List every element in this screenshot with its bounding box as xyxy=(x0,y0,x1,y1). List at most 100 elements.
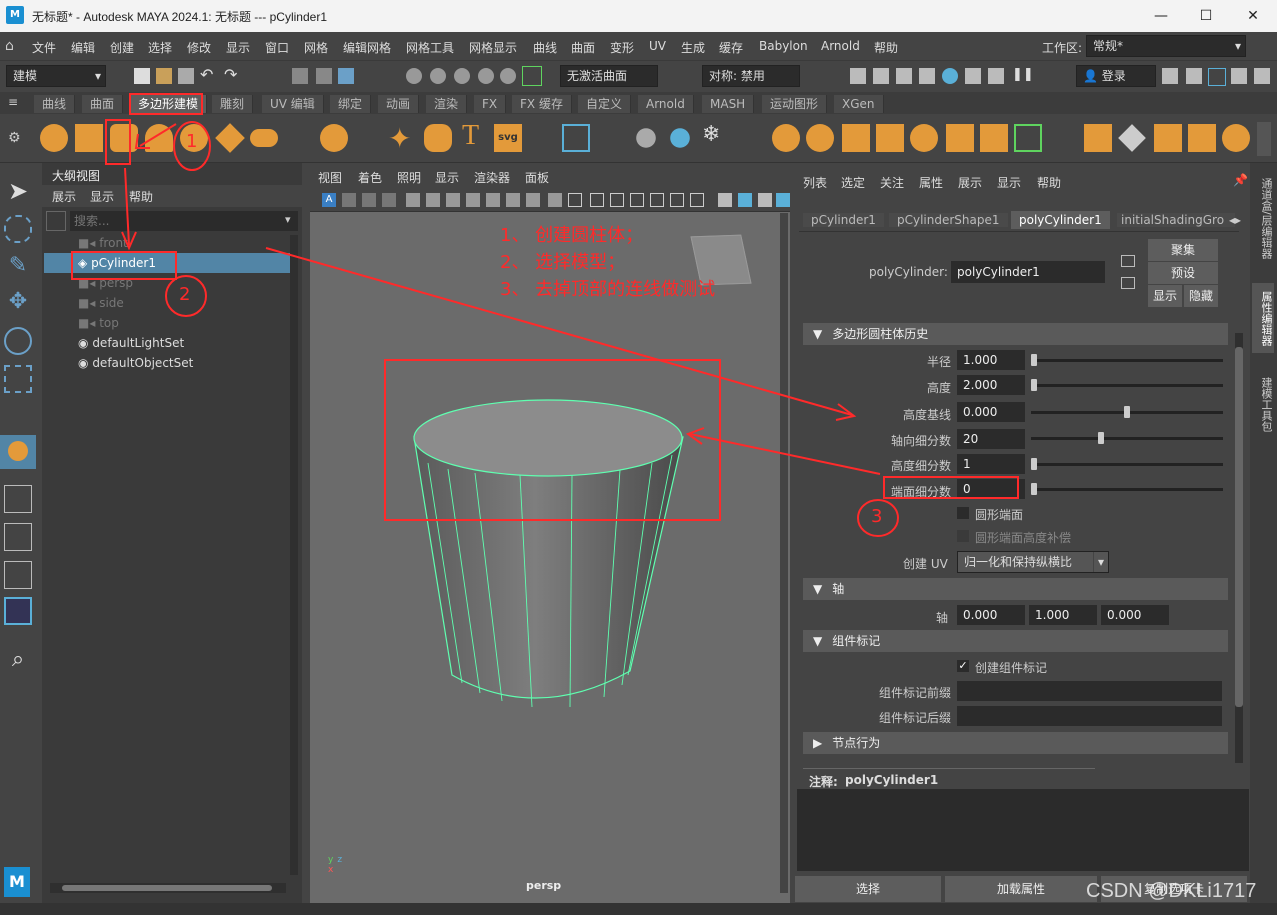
height-baseline-slider-knob[interactable] xyxy=(1124,406,1130,418)
radius-slider[interactable] xyxy=(1031,354,1223,366)
outliner-layout-icon[interactable] xyxy=(4,597,32,625)
height-divisions-field[interactable]: 1 xyxy=(957,454,1025,474)
snap-grid-icon[interactable] xyxy=(406,68,422,84)
side-tab-attribute-editor[interactable]: 属性编辑器 xyxy=(1252,283,1274,353)
height-divisions-slider-knob[interactable] xyxy=(1031,458,1037,470)
last-tool-icon[interactable] xyxy=(0,435,36,469)
hypershade-icon[interactable] xyxy=(942,68,958,84)
poly-count-icon[interactable] xyxy=(562,124,590,152)
platonic-solid-icon[interactable] xyxy=(320,124,348,152)
section-axis[interactable]: ▼ 轴 xyxy=(803,578,1228,600)
human-ik-icon[interactable] xyxy=(1186,68,1202,84)
combine-icon[interactable] xyxy=(772,124,800,152)
boolean-icon[interactable] xyxy=(876,124,904,152)
ae-menu-list[interactable]: 列表 xyxy=(803,174,827,191)
menu-window[interactable]: 窗口 xyxy=(265,39,289,56)
separate-icon[interactable] xyxy=(806,124,834,152)
section-poly-cylinder-history[interactable]: ▼ 多边形圆柱体历史 xyxy=(803,323,1228,345)
outliner-search-input[interactable] xyxy=(70,211,298,231)
menu-display[interactable]: 显示 xyxy=(226,39,250,56)
snap-view-icon[interactable] xyxy=(478,68,494,84)
height-slider-knob[interactable] xyxy=(1031,379,1037,391)
ae-menu-help[interactable]: 帮助 xyxy=(1037,174,1061,191)
outliner-hscrollbar[interactable] xyxy=(50,883,286,893)
smooth-mesh-icon[interactable] xyxy=(842,124,870,152)
axis-divisions-slider[interactable] xyxy=(1031,432,1223,444)
append-polygon-icon[interactable] xyxy=(1188,124,1216,152)
menu-modify[interactable]: 修改 xyxy=(187,39,211,56)
select-button[interactable]: 选择 xyxy=(795,876,941,902)
menu-edit[interactable]: 编辑 xyxy=(71,39,95,56)
menu-babylon[interactable]: Babylon xyxy=(759,39,808,53)
lasso-tool-icon[interactable] xyxy=(4,215,32,243)
select-tool-icon[interactable]: ➤ xyxy=(4,177,32,205)
snap-live-icon[interactable] xyxy=(522,66,542,86)
render-view-icon[interactable] xyxy=(850,68,866,84)
menu-cache[interactable]: 缓存 xyxy=(719,39,743,56)
shelf-tab-arnold[interactable]: Arnold xyxy=(638,95,694,113)
new-scene-icon[interactable] xyxy=(134,68,150,84)
section-component-tags[interactable]: ▼ 组件标记 xyxy=(803,630,1228,652)
menu-mesh-tools[interactable]: 网格工具 xyxy=(406,39,454,56)
shelf-tab-mash[interactable]: MASH xyxy=(702,95,755,113)
home-icon[interactable]: ⌂ xyxy=(5,38,14,54)
shelf-tab-sculpt[interactable]: 雕刻 xyxy=(212,95,254,113)
light-editor-icon[interactable] xyxy=(988,68,1004,84)
cap-divisions-slider-knob[interactable] xyxy=(1031,483,1037,495)
height-baseline-field[interactable]: 0.000 xyxy=(957,402,1025,422)
mirror-tool-icon[interactable] xyxy=(636,128,656,148)
shelf-tab-curves[interactable]: 曲线 xyxy=(34,95,76,113)
outliner-vscrollbar[interactable] xyxy=(290,235,298,875)
component-prefix-field[interactable] xyxy=(957,681,1222,701)
menu-mesh-display[interactable]: 网格显示 xyxy=(469,39,517,56)
menu-arnold[interactable]: Arnold xyxy=(821,39,860,53)
menu-file[interactable]: 文件 xyxy=(32,39,56,56)
output-connection-icon[interactable] xyxy=(1121,277,1135,289)
height-slider[interactable] xyxy=(1031,379,1223,391)
ipr-render-icon[interactable] xyxy=(896,68,912,84)
shelf-tab-surfaces[interactable]: 曲面 xyxy=(82,95,124,113)
pause-icon[interactable]: ❚❚ xyxy=(1012,67,1034,82)
freeze-transform-icon[interactable]: ❄ xyxy=(702,122,720,147)
shelf-tab-custom[interactable]: 自定义 xyxy=(578,95,632,113)
ae-scrollbar[interactable] xyxy=(1235,333,1243,763)
input-connection-icon[interactable] xyxy=(1121,255,1135,267)
maximize-button[interactable]: ☐ xyxy=(1195,6,1217,26)
axis-divisions-slider-knob[interactable] xyxy=(1098,432,1104,444)
shelf-tab-fx-cache[interactable]: FX 缓存 xyxy=(512,95,572,113)
shelf-tab-motion-graphics[interactable]: 运动图形 xyxy=(762,95,828,113)
axis-y-field[interactable]: 1.000 xyxy=(1029,605,1097,625)
outliner-menu-display[interactable]: 显示 xyxy=(90,188,114,205)
fill-hole-icon[interactable] xyxy=(980,124,1008,152)
filter-icon[interactable] xyxy=(46,211,66,231)
hide-button[interactable]: 隐藏 xyxy=(1184,285,1218,307)
show-button[interactable]: 显示 xyxy=(1148,285,1182,307)
undo-icon[interactable]: ↶ xyxy=(200,65,213,84)
live-surface-field[interactable]: 无激活曲面 xyxy=(560,65,658,87)
shelf-tab-fx[interactable]: FX xyxy=(474,95,507,113)
node-name-field[interactable]: polyCylinder1 xyxy=(951,261,1105,283)
four-view-icon[interactable] xyxy=(4,523,32,551)
multi-cut-icon[interactable] xyxy=(1222,124,1250,152)
menu-edit-mesh[interactable]: 编辑网格 xyxy=(343,39,391,56)
outliner-item-pcylinder1[interactable]: ◈ pCylinder1 xyxy=(44,253,290,273)
menu-generate[interactable]: 生成 xyxy=(681,39,705,56)
shelf-scrollbar[interactable] xyxy=(1257,122,1271,156)
poly-cube-icon[interactable] xyxy=(75,124,103,152)
render-settings-icon[interactable] xyxy=(919,68,935,84)
save-scene-icon[interactable] xyxy=(178,68,194,84)
snap-curve-icon[interactable] xyxy=(430,68,446,84)
ae-menu-show[interactable]: 展示 xyxy=(958,174,982,191)
two-view-icon[interactable] xyxy=(4,561,32,589)
poly-sphere-icon[interactable] xyxy=(40,124,68,152)
menu-deform[interactable]: 变形 xyxy=(610,39,634,56)
shelf-tab-render[interactable]: 渲染 xyxy=(426,95,468,113)
load-attributes-button[interactable]: 加载属性 xyxy=(945,876,1097,902)
select-component-icon[interactable] xyxy=(338,68,354,84)
shelf-tab-animation[interactable]: 动画 xyxy=(378,95,420,113)
ae-menu-display[interactable]: 显示 xyxy=(997,174,1021,191)
poly-cylinder-icon[interactable] xyxy=(110,124,138,152)
menu-help[interactable]: 帮助 xyxy=(874,39,898,56)
poly-cone-icon[interactable] xyxy=(145,124,173,152)
menu-create[interactable]: 创建 xyxy=(110,39,134,56)
